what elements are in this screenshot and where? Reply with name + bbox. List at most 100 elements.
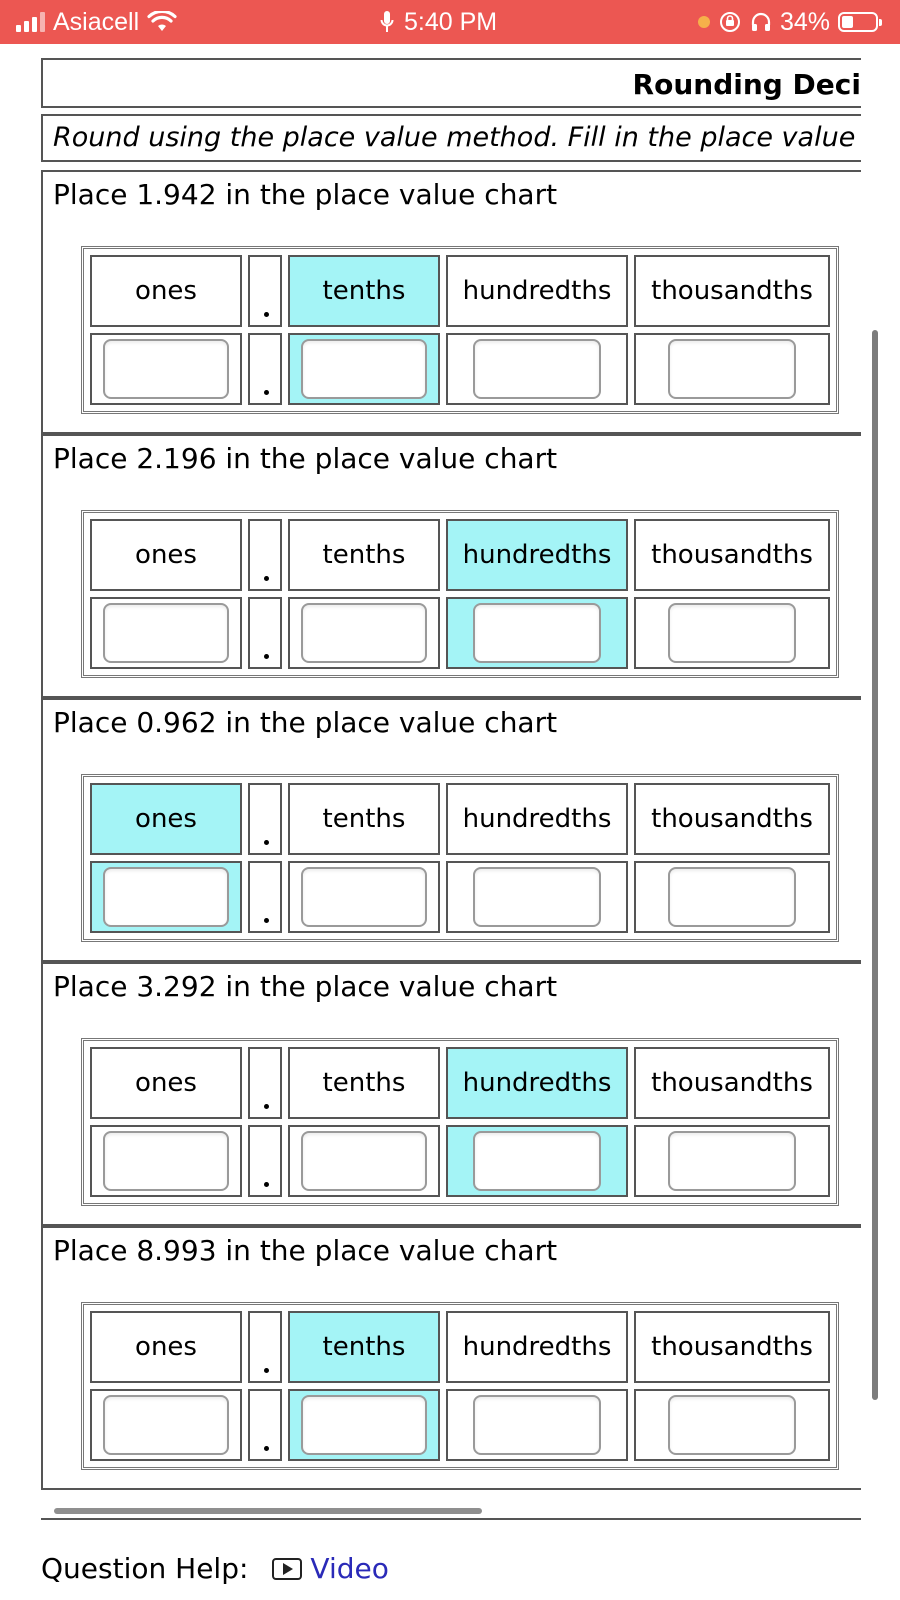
problem-prompt: Place 8.993 in the place value chart	[53, 1234, 558, 1267]
input-cell-tenths	[288, 1389, 440, 1461]
tenths-digit-input[interactable]	[301, 1131, 427, 1191]
microphone-icon	[380, 11, 394, 32]
tenths-digit-input[interactable]	[301, 1395, 427, 1455]
decimal-point	[264, 654, 269, 659]
input-cell-ones	[90, 333, 242, 405]
problem-card: Place 3.292 in the place value chart ones…	[41, 962, 861, 1226]
wifi-icon	[147, 11, 177, 31]
input-cell-ones	[90, 1125, 242, 1197]
input-cell-ones	[90, 1389, 242, 1461]
instructions-bar: Round using the place value method. Fill…	[41, 114, 861, 162]
hundredths-digit-input[interactable]	[473, 1395, 601, 1455]
hundredths-digit-input[interactable]	[473, 603, 601, 663]
column-header-hundredths: hundredths	[446, 783, 628, 855]
column-header-ones: ones	[90, 255, 242, 327]
problem-card: Place 8.993 in the place value chart ones…	[41, 1226, 861, 1490]
status-center: 5:40 PM	[380, 8, 497, 36]
column-header-thousandths: thousandths	[634, 1047, 830, 1119]
thousandths-digit-input[interactable]	[668, 1395, 796, 1455]
thousandths-digit-input[interactable]	[668, 339, 796, 399]
problem-card: Place 0.962 in the place value chart ones…	[41, 698, 861, 962]
tenths-digit-input[interactable]	[301, 867, 427, 927]
column-header-tenths: tenths	[288, 1047, 440, 1119]
place-value-header-row: ones tenths hundredths thousandths	[90, 1047, 830, 1119]
input-cell-hundredths	[446, 597, 628, 669]
thousandths-digit-input[interactable]	[668, 1131, 796, 1191]
place-value-input-row	[90, 597, 830, 669]
decimal-point-cell	[248, 861, 282, 933]
problem-prompt: Place 2.196 in the place value chart	[53, 442, 558, 475]
place-value-chart: ones tenths hundredths thousandths	[81, 246, 839, 414]
column-header-hundredths: hundredths	[446, 519, 628, 591]
problem-prompt: Place 3.292 in the place value chart	[53, 970, 558, 1003]
input-cell-tenths	[288, 597, 440, 669]
problem-prompt: Place 1.942 in the place value chart	[53, 178, 558, 211]
tenths-digit-input[interactable]	[301, 339, 427, 399]
input-cell-tenths	[288, 1125, 440, 1197]
place-value-chart: ones tenths hundredths thousandths	[81, 1038, 839, 1206]
column-header-ones: ones	[90, 783, 242, 855]
decimal-point-cell	[248, 255, 282, 327]
tenths-digit-input[interactable]	[301, 603, 427, 663]
vertical-scrollbar[interactable]	[872, 330, 878, 1400]
column-header-thousandths: thousandths	[634, 1311, 830, 1383]
thousandths-digit-input[interactable]	[668, 867, 796, 927]
column-header-hundredths: hundredths	[446, 255, 628, 327]
column-header-hundredths: hundredths	[446, 1311, 628, 1383]
decimal-point	[264, 576, 269, 581]
hundredths-digit-input[interactable]	[473, 1131, 601, 1191]
column-header-thousandths: thousandths	[634, 783, 830, 855]
page-title: Rounding Deci	[632, 68, 861, 101]
decimal-point	[264, 918, 269, 923]
status-right: 34%	[697, 8, 882, 36]
question-help-label: Question Help:	[41, 1552, 249, 1585]
decimal-point	[264, 1182, 269, 1187]
ones-digit-input[interactable]	[103, 603, 229, 663]
place-value-header-row: ones tenths hundredths thousandths	[90, 783, 830, 855]
input-cell-hundredths	[446, 1125, 628, 1197]
input-cell-tenths	[288, 861, 440, 933]
place-value-input-row	[90, 861, 830, 933]
status-left: Asiacell	[16, 8, 177, 36]
signal-icon	[16, 12, 45, 32]
thousandths-digit-input[interactable]	[668, 603, 796, 663]
decimal-point-cell	[248, 519, 282, 591]
place-value-chart: ones tenths hundredths thousandths	[81, 774, 839, 942]
battery-icon	[838, 12, 882, 32]
decimal-point	[264, 312, 269, 317]
input-cell-thousandths	[634, 333, 830, 405]
input-cell-tenths	[288, 333, 440, 405]
title-bar: Rounding Deci	[41, 58, 861, 108]
column-header-hundredths: hundredths	[446, 1047, 628, 1119]
column-header-thousandths: thousandths	[634, 519, 830, 591]
ones-digit-input[interactable]	[103, 867, 229, 927]
place-value-chart: ones tenths hundredths thousandths	[81, 1302, 839, 1470]
instructions-text: Round using the place value method. Fill…	[53, 122, 856, 153]
hundredths-digit-input[interactable]	[473, 867, 601, 927]
place-value-header-row: ones tenths hundredths thousandths	[90, 1311, 830, 1383]
headphones-icon	[751, 12, 771, 31]
column-header-tenths: tenths	[288, 1311, 440, 1383]
column-header-ones: ones	[90, 1311, 242, 1383]
decimal-point	[264, 1446, 269, 1451]
column-header-tenths: tenths	[288, 255, 440, 327]
ones-digit-input[interactable]	[103, 1131, 229, 1191]
hundredths-digit-input[interactable]	[473, 339, 601, 399]
place-value-input-row	[90, 333, 830, 405]
place-value-header-row: ones tenths hundredths thousandths	[90, 519, 830, 591]
clock: 5:40 PM	[404, 8, 498, 36]
ones-digit-input[interactable]	[103, 339, 229, 399]
horizontal-scrollbar[interactable]	[54, 1508, 482, 1514]
ones-digit-input[interactable]	[103, 1395, 229, 1455]
video-link[interactable]: Video	[272, 1552, 389, 1585]
decimal-point-cell	[248, 1389, 282, 1461]
input-cell-thousandths	[634, 861, 830, 933]
place-value-header-row: ones tenths hundredths thousandths	[90, 255, 830, 327]
column-header-tenths: tenths	[288, 783, 440, 855]
decimal-point	[264, 1104, 269, 1109]
place-value-input-row	[90, 1389, 830, 1461]
decimal-point-cell	[248, 783, 282, 855]
place-value-input-row	[90, 1125, 830, 1197]
privacy-indicator-icon	[697, 16, 710, 28]
column-header-ones: ones	[90, 1047, 242, 1119]
